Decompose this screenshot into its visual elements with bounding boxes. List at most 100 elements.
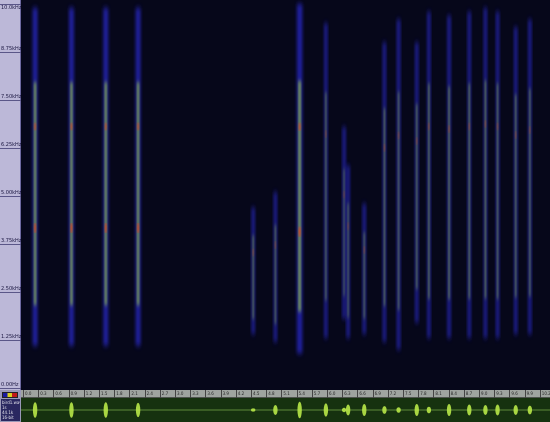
time-tick (342, 390, 344, 398)
call-energy-mid (347, 203, 350, 318)
time-label: 0.3 (40, 391, 47, 396)
call-band (346, 165, 350, 339)
call-band (273, 192, 277, 342)
waveform-overview[interactable] (21, 398, 550, 422)
waveform-burst (345, 404, 351, 416)
time-label: 7.5 (405, 391, 412, 396)
call-energy-peak (104, 223, 107, 233)
time-label: 5.4 (298, 391, 305, 396)
call-energy-mid (484, 80, 487, 299)
frequency-label: 0.00Hz (1, 382, 19, 388)
time-label: 7.2 (389, 391, 397, 396)
call-energy-mid (415, 104, 418, 290)
time-tick (372, 390, 374, 398)
call-band (467, 11, 471, 339)
time-label: 8.4 (450, 391, 457, 396)
waveform-canvas[interactable] (21, 398, 550, 422)
time-tick (144, 390, 146, 398)
time-ruler[interactable]: 0.0 0.3 0.6 0.9 1.2 1.5 1.8 2.1 2.4 2.7 3.0 3.3 3.6 3… (21, 390, 550, 398)
call-band (324, 23, 328, 339)
call-band (362, 203, 366, 335)
time-tick (539, 390, 541, 398)
call-band (342, 126, 346, 319)
time-label: 2.7 (161, 391, 169, 396)
call-energy-peak (137, 123, 139, 131)
time-tick (387, 390, 389, 398)
call-energy-mid (297, 80, 302, 312)
time-tick (190, 390, 192, 398)
time-label: 4.2 (237, 391, 245, 396)
time-label: 0.0 (25, 391, 32, 396)
spectrogram-view[interactable] (21, 0, 550, 390)
call-energy-mid (514, 94, 517, 298)
frequency-label: 2.50kHz (1, 286, 22, 292)
time-tick (114, 390, 116, 398)
time-tick (53, 390, 55, 398)
info-line: 16-bit (2, 415, 14, 420)
time-tick (296, 390, 298, 398)
call-energy-peak (343, 191, 345, 199)
frequency-tick (0, 292, 21, 293)
colormap-swatch[interactable] (2, 392, 18, 398)
call-band (483, 7, 487, 339)
waveform-burst (341, 407, 347, 413)
time-tick (68, 390, 70, 398)
time-label: 1.5 (101, 391, 108, 396)
spectrogram-canvas[interactable] (21, 0, 550, 390)
time-label: 3.0 (177, 391, 184, 396)
time-tick (327, 390, 328, 398)
waveform-burst (273, 405, 278, 415)
frequency-ruler: 10.0kHz 8.75kHz 7.50kHz 6.25kHz 5.00kHz 3.75k… (0, 0, 21, 390)
waveform-burst (382, 406, 387, 414)
call-energy-peak (398, 131, 400, 139)
call-energy-mid (343, 169, 346, 296)
waveform-burst (467, 404, 472, 416)
time-label: 6.6 (359, 391, 366, 396)
call-energy-peak (34, 123, 36, 131)
time-tick (509, 390, 511, 398)
time-tick (281, 390, 283, 398)
frequency-label: 10.0kHz (1, 5, 22, 11)
call-energy-mid (274, 225, 277, 324)
frequency-label: 7.50kHz (1, 94, 22, 100)
call-energy-peak (484, 120, 486, 128)
time-label: 10.2 (541, 391, 550, 396)
time-tick (83, 390, 85, 398)
call-band (415, 42, 419, 323)
call-energy-peak (274, 241, 276, 249)
time-label: 2.4 (146, 391, 153, 396)
call-energy-mid (324, 92, 327, 301)
call-energy-mid (104, 82, 108, 306)
time-tick (99, 390, 100, 398)
frequency-label: 1.25kHz (1, 334, 22, 340)
time-label: 9.9 (526, 391, 533, 396)
frequency-tick (0, 100, 21, 101)
call-energy-mid (448, 86, 451, 300)
time-label: 0.9 (70, 391, 77, 396)
call-energy-peak (70, 123, 73, 131)
call-band (496, 11, 500, 339)
time-tick (220, 390, 222, 398)
time-label: 3.9 (222, 391, 229, 396)
call-energy-peak (347, 222, 349, 230)
time-tick (38, 390, 40, 398)
call-energy-peak (34, 223, 36, 233)
time-label: 8.1 (435, 391, 442, 396)
call-energy-peak (298, 123, 301, 131)
call-band (514, 27, 518, 335)
call-energy-peak (104, 123, 107, 131)
waveform-burst (396, 407, 401, 413)
time-label: 9.6 (511, 391, 518, 396)
call-energy-peak (468, 122, 470, 130)
call-energy-peak (515, 131, 517, 139)
waveform-burst (297, 401, 302, 419)
time-label: 6.0 (329, 391, 336, 396)
call-energy-mid (69, 82, 73, 306)
call-band (103, 7, 109, 346)
waveform-burst (483, 405, 488, 415)
waveform-burst (135, 402, 141, 418)
call-energy-mid (427, 83, 430, 299)
bottom-panel: bird1.wav 1s 44.1k 16-bit 0.0 0.3 0.6 0.9 1.… (0, 390, 550, 422)
time-tick (235, 390, 237, 398)
time-tick (463, 390, 465, 398)
